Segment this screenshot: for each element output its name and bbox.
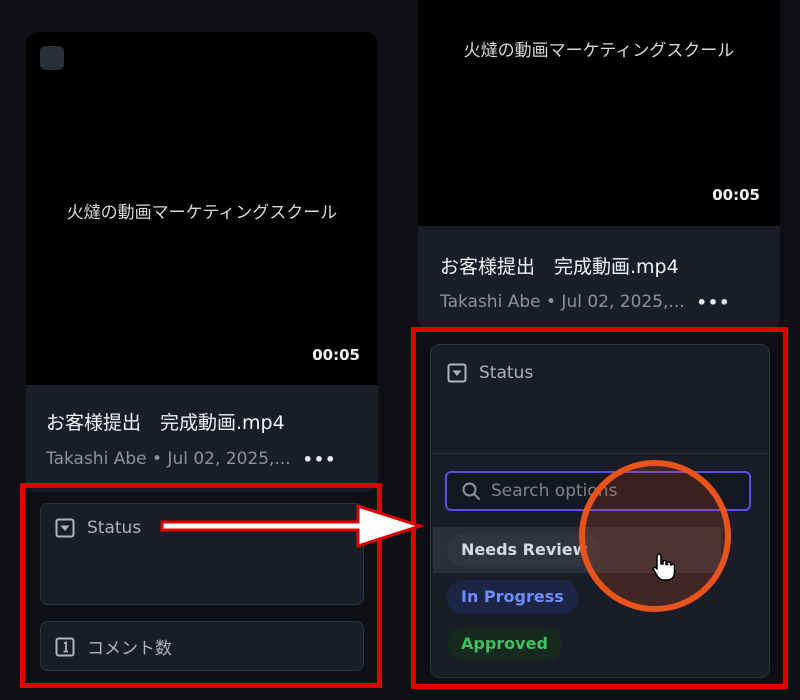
left-meta: Takashi Abe • Jul 02, 2025,... ••• <box>46 449 336 469</box>
more-dots-icon[interactable]: ••• <box>697 293 731 312</box>
more-dots-icon[interactable]: ••• <box>303 450 337 469</box>
right-asset-card[interactable]: 火燵の動画マーケティングスクール 00:05 お客様提出 完成動画.mp4 Ta… <box>418 0 780 330</box>
arrow-right-icon <box>160 503 425 549</box>
right-video-thumbnail[interactable]: 火燵の動画マーケティングスクール 00:05 <box>418 0 780 226</box>
video-duration: 00:05 <box>312 346 360 364</box>
meta-text: Takashi Abe • Jul 02, 2025,... <box>440 292 685 312</box>
meta-text: Takashi Abe • Jul 02, 2025,... <box>46 449 291 469</box>
highlight-box-right <box>411 327 788 689</box>
left-file-name[interactable]: お客様提出 完成動画.mp4 <box>46 408 285 435</box>
video-overlay-title: 火燵の動画マーケティングスクール <box>463 41 735 61</box>
left-asset-card[interactable]: 火燵の動画マーケティングスクール 00:05 お客様提出 完成動画.mp4 Ta… <box>26 32 378 492</box>
left-video-thumbnail[interactable]: 火燵の動画マーケティングスクール 00:05 <box>26 32 378 385</box>
select-checkbox[interactable] <box>40 46 64 70</box>
video-duration: 00:05 <box>712 186 760 204</box>
right-file-name[interactable]: お客様提出 完成動画.mp4 <box>440 252 679 279</box>
video-overlay-title: 火燵の動画マーケティングスクール <box>66 203 338 223</box>
right-meta: Takashi Abe • Jul 02, 2025,... ••• <box>440 292 730 312</box>
